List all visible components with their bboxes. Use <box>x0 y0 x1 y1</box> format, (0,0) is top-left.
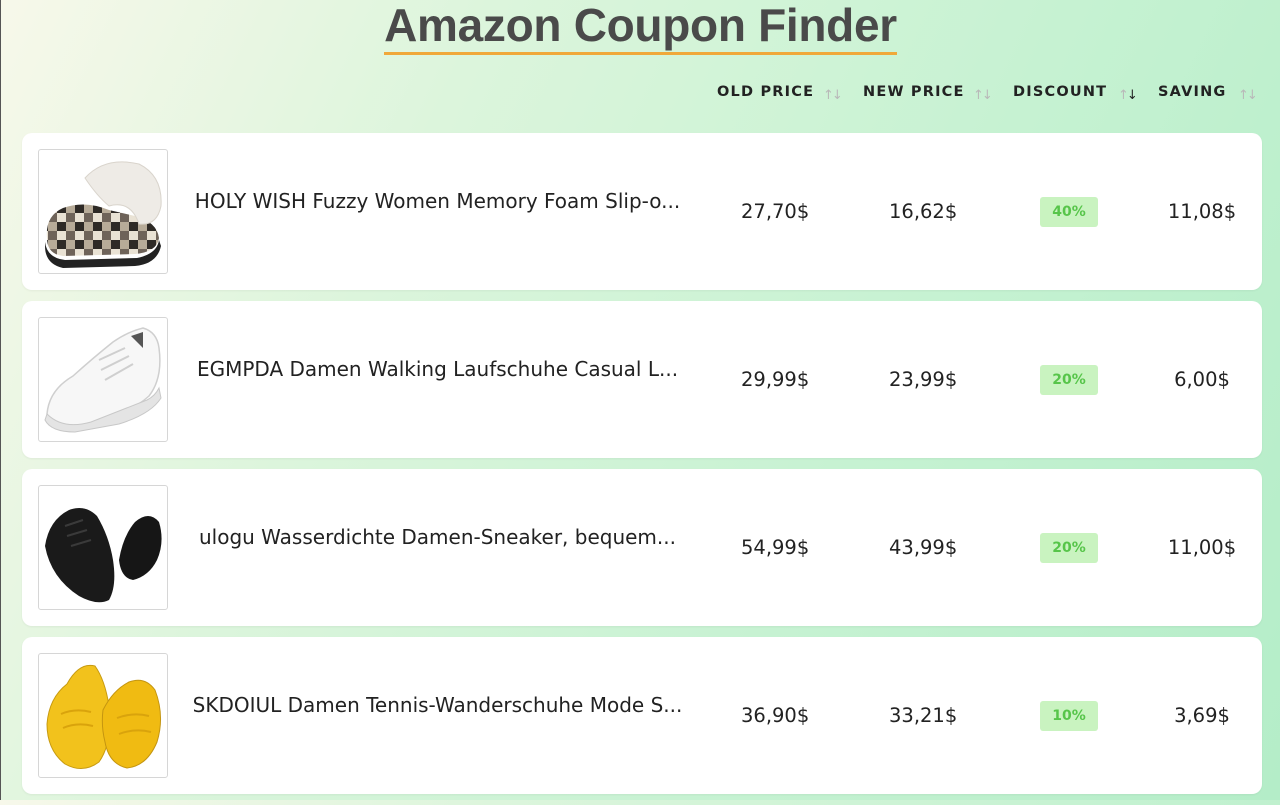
discount-badge: 40% <box>1040 197 1098 227</box>
sort-arrows-icon[interactable]: ↑↓ <box>1238 88 1258 103</box>
column-discount[interactable]: DISCOUNT <box>1013 84 1107 100</box>
column-new-price[interactable]: NEW PRICE <box>863 84 965 100</box>
product-row[interactable]: SKDOIUL Damen Tennis-Wanderschuhe Mode S… <box>22 637 1262 794</box>
product-name[interactable]: EGMPDA Damen Walking Laufschuhe Casual L… <box>190 357 685 381</box>
new-price: 43,99$ <box>889 536 958 559</box>
product-image-white-sneaker[interactable] <box>38 317 168 442</box>
app-title-wrap: Amazon Coupon Finder <box>1 0 1280 55</box>
saving-amount: 11,00$ <box>1167 536 1237 559</box>
sort-arrows-icon[interactable]: ↑↓ <box>973 88 993 103</box>
table-header: OLD PRICE ↑↓ NEW PRICE ↑↓ DISCOUNT ↑↓ SA… <box>1 84 1280 108</box>
product-name[interactable]: HOLY WISH Fuzzy Women Memory Foam Slip-o… <box>190 189 685 213</box>
product-image-plaid-slipper[interactable] <box>38 149 168 274</box>
old-price: 27,70$ <box>741 200 810 223</box>
column-saving[interactable]: SAVING <box>1158 84 1227 100</box>
new-price: 33,21$ <box>889 704 958 727</box>
saving-amount: 11,08$ <box>1167 200 1237 223</box>
saving-amount: 3,69$ <box>1174 704 1230 727</box>
discount-badge: 10% <box>1040 701 1098 731</box>
new-price: 23,99$ <box>889 368 958 391</box>
product-name[interactable]: ulogu Wasserdichte Damen-Sneaker, bequem… <box>190 525 685 549</box>
product-row[interactable]: HOLY WISH Fuzzy Women Memory Foam Slip-o… <box>22 133 1262 290</box>
product-list: HOLY WISH Fuzzy Women Memory Foam Slip-o… <box>22 133 1262 805</box>
product-image-black-sneakers[interactable] <box>38 485 168 610</box>
old-price: 36,90$ <box>741 704 810 727</box>
column-label: SAVING <box>1158 84 1227 100</box>
column-label: OLD PRICE <box>717 84 815 100</box>
old-price: 29,99$ <box>741 368 810 391</box>
new-price: 16,62$ <box>889 200 958 223</box>
old-price: 54,99$ <box>741 536 810 559</box>
product-image-yellow-sneakers[interactable] <box>38 653 168 778</box>
sort-arrows-icon[interactable]: ↑↓ <box>823 88 843 103</box>
product-row[interactable]: ulogu Wasserdichte Damen-Sneaker, bequem… <box>22 469 1262 626</box>
product-row[interactable]: EGMPDA Damen Walking Laufschuhe Casual L… <box>22 301 1262 458</box>
saving-amount: 6,00$ <box>1174 368 1230 391</box>
column-label: DISCOUNT <box>1013 84 1108 100</box>
app-title: Amazon Coupon Finder <box>384 0 897 55</box>
discount-badge: 20% <box>1040 365 1098 395</box>
column-label: NEW PRICE <box>863 84 965 100</box>
product-name[interactable]: SKDOIUL Damen Tennis-Wanderschuhe Mode S… <box>190 693 685 717</box>
sort-down-active-icon[interactable]: ↑↓ <box>1118 88 1138 103</box>
column-old-price[interactable]: OLD PRICE <box>717 84 814 100</box>
discount-badge: 20% <box>1040 533 1098 563</box>
